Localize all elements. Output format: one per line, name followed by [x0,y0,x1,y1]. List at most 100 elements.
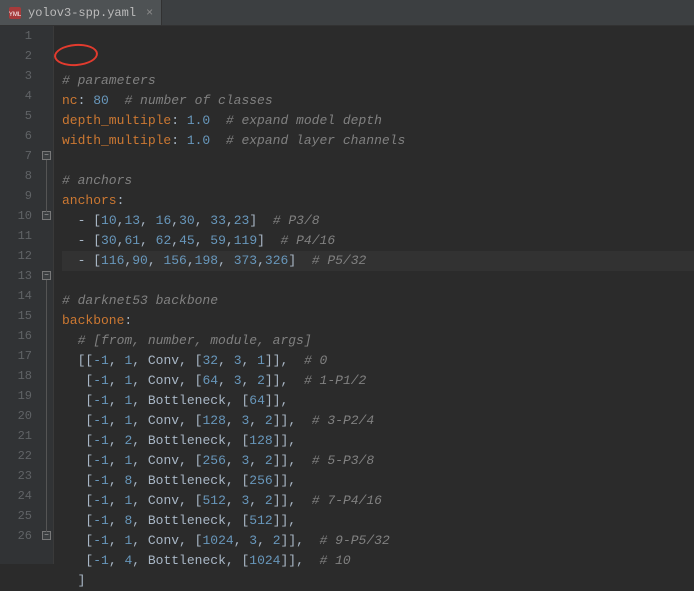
code-token: ]], [265,353,304,368]
code-token: 32 [202,353,218,368]
code-line[interactable]: # [from, number, module, args] [62,331,694,351]
code-token: ] [249,213,272,228]
red-circle-annotation [53,42,98,67]
code-token: # expand model depth [226,113,382,128]
line-number: 13 [0,266,32,286]
code-token: , Conv, [ [132,533,202,548]
code-line[interactable]: - [116,90, 156,198, 373,326] # P5/32 [62,251,694,271]
code-token: -1 [93,533,109,548]
fold-close-icon[interactable]: − [42,531,51,540]
code-token [210,133,226,148]
code-token: , [109,513,125,528]
file-tab[interactable]: YML yolov3-spp.yaml × [0,0,162,25]
code-token: ] [288,253,311,268]
code-token: , Conv, [ [132,413,202,428]
code-token: [ [62,553,93,568]
code-token [109,93,125,108]
code-token: [ [62,393,93,408]
code-token: # [from, number, module, args] [78,333,312,348]
code-line[interactable]: nc: 80 # number of classes [62,91,694,111]
code-token: 256 [202,453,225,468]
code-line[interactable]: backbone: [62,311,694,331]
code-line[interactable]: # darknet53 backbone [62,291,694,311]
code-token: , [249,493,265,508]
code-token: , [249,413,265,428]
code-token: , [242,353,258,368]
code-token: , [234,533,250,548]
code-token: -1 [93,493,109,508]
line-number: 22 [0,446,32,466]
line-number: 7 [0,146,32,166]
code-token: 2 [273,533,281,548]
yaml-file-icon: YML [8,6,22,20]
code-token: ] [62,573,85,588]
code-line[interactable]: [[-1, 1, Conv, [32, 3, 1]], # 0 [62,351,694,371]
code-line[interactable] [62,271,694,291]
code-line[interactable]: [-1, 1, Conv, [1024, 3, 2]], # 9-P5/32 [62,531,694,551]
fold-open-icon[interactable]: − [42,151,51,160]
fold-close-icon[interactable]: − [42,211,51,220]
code-token: 13 [124,213,140,228]
code-line[interactable]: [-1, 2, Bottleneck, [128]], [62,431,694,451]
code-line[interactable]: [-1, 8, Bottleneck, [256]], [62,471,694,491]
code-token: # darknet53 backbone [62,293,218,308]
code-line[interactable]: [-1, 4, Bottleneck, [1024]], # 10 [62,551,694,571]
code-line[interactable]: [-1, 1, Conv, [64, 3, 2]], # 1-P1/2 [62,371,694,391]
code-line[interactable]: # parameters [62,71,694,91]
code-token: -1 [93,433,109,448]
code-token: 128 [249,433,272,448]
code-line[interactable]: anchors: [62,191,694,211]
tab-filename: yolov3-spp.yaml [28,6,136,20]
code-token: , [109,413,125,428]
code-token: 256 [249,473,272,488]
fold-guide [46,160,47,212]
code-token: 64 [249,393,265,408]
code-token: # 1-P1/2 [304,373,366,388]
code-token: anchors [62,193,117,208]
code-line[interactable]: [-1, 1, Conv, [128, 3, 2]], # 3-P2/4 [62,411,694,431]
code-area[interactable]: # parametersnc: 80 # number of classesde… [54,26,694,564]
code-line[interactable]: # anchors [62,171,694,191]
code-line[interactable]: [-1, 1, Conv, [256, 3, 2]], # 5-P3/8 [62,451,694,471]
code-token: 59 [210,233,226,248]
code-line[interactable]: - [10,13, 16,30, 33,23] # P3/8 [62,211,694,231]
code-line[interactable]: [-1, 8, Bottleneck, [512]], [62,511,694,531]
code-token: -1 [93,513,109,528]
code-token: , [218,353,234,368]
code-token: ]], [273,453,312,468]
code-token: ]], [273,433,296,448]
code-line[interactable]: width_multiple: 1.0 # expand layer chann… [62,131,694,151]
code-token: , Conv, [ [132,353,202,368]
code-token: # anchors [62,173,132,188]
code-token: 2 [265,493,273,508]
code-token: 3 [234,353,242,368]
code-token: -1 [93,393,109,408]
code-token: , [109,373,125,388]
code-token: , [249,453,265,468]
code-token: 1 [257,353,265,368]
code-token: 128 [202,413,225,428]
code-token: , Conv, [ [132,373,202,388]
code-line[interactable]: [-1, 1, Conv, [512, 3, 2]], # 7-P4/16 [62,491,694,511]
code-line[interactable]: ] [62,571,694,591]
code-line[interactable]: depth_multiple: 1.0 # expand model depth [62,111,694,131]
code-token: 45 [179,233,195,248]
code-token: , [257,253,265,268]
code-token: 10 [101,213,117,228]
code-line[interactable]: - [30,61, 62,45, 59,119] # P4/16 [62,231,694,251]
code-token: 116 [101,253,124,268]
code-line[interactable]: [-1, 1, Bottleneck, [64]], [62,391,694,411]
line-number: 26 [0,526,32,546]
code-token [210,113,226,128]
code-line[interactable] [62,151,694,171]
code-token: , Conv, [ [132,493,202,508]
code-token: , [109,493,125,508]
code-token: [ [62,413,93,428]
fold-open-icon[interactable]: − [42,271,51,280]
code-token: 1024 [202,533,233,548]
code-token: 2 [257,373,265,388]
code-token: : [117,193,125,208]
close-tab-icon[interactable]: × [142,6,153,20]
code-token: depth_multiple [62,113,171,128]
code-token: -1 [93,373,109,388]
